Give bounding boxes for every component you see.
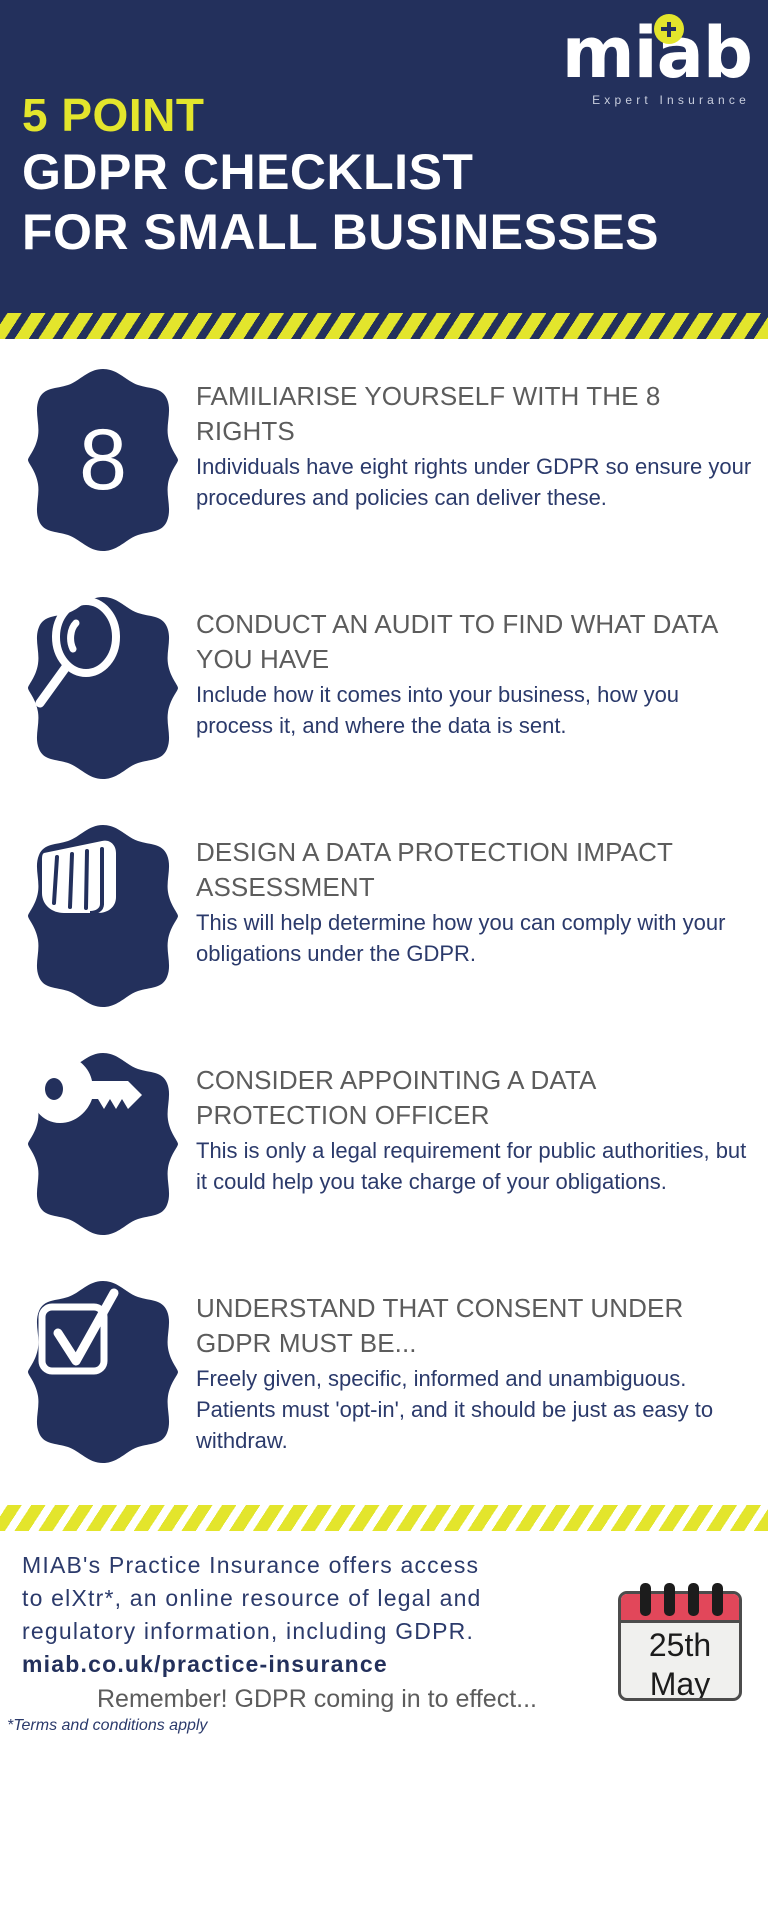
calendar-day: 25th — [648, 1627, 712, 1663]
list-item: CONDUCT AN AUDIT TO FIND WHAT DATA YOU H… — [0, 593, 768, 821]
page-title: 5 POINT GDPR CHECKLIST FOR SMALL BUSINES… — [22, 88, 659, 262]
list-item: CONSIDER APPOINTING A DATA PROTECTION OF… — [0, 1049, 768, 1277]
item-heading: CONSIDER APPOINTING A DATA PROTECTION OF… — [196, 1065, 595, 1130]
divider-stripe-top — [0, 313, 768, 339]
calendar-icon: 25th May — [618, 1583, 742, 1701]
title-line-3: FOR SMALL BUSINESSES — [22, 204, 659, 260]
footer-terms: *Terms and conditions apply — [7, 1717, 208, 1734]
item-heading: FAMILIARISE YOURSELF WITH THE 8 RIGHTS — [196, 381, 661, 446]
calendar-ring — [640, 1583, 651, 1616]
number-eight-badge: 8 — [28, 365, 178, 555]
list-item: DESIGN A DATA PROTECTION IMPACT ASSESSME… — [0, 821, 768, 1049]
magnifying-glass-icon — [35, 597, 120, 708]
list-item: 8 FAMILIARISE YOURSELF WITH THE 8 RIGHTS… — [0, 365, 768, 593]
badge-number-label: 8 — [79, 412, 127, 508]
checkbox-tick-icon — [38, 1288, 119, 1375]
header-banner: miab Expert Insurance 5 POINT GDPR CHECK… — [0, 0, 768, 313]
plus-in-circle-icon — [653, 14, 684, 44]
item-body: This is only a legal requirement for pub… — [196, 1138, 747, 1194]
checkbox-badge — [28, 1277, 178, 1467]
key-badge — [28, 1049, 178, 1239]
item-heading: UNDERSTAND THAT CONSENT UNDER GDPR MUST … — [196, 1293, 684, 1358]
footer: MIAB's Practice Insurance offers access … — [0, 1531, 768, 1734]
item-body: Include how it comes into your business,… — [196, 682, 680, 738]
calendar-month: May — [649, 1666, 711, 1701]
calendar-ring — [664, 1583, 675, 1616]
item-text-block: FAMILIARISE YOURSELF WITH THE 8 RIGHTS I… — [178, 365, 768, 513]
item-body: Freely given, specific, informed and una… — [196, 1366, 714, 1453]
item-text-block: DESIGN A DATA PROTECTION IMPACT ASSESSME… — [178, 821, 768, 969]
list-item: UNDERSTAND THAT CONSENT UNDER GDPR MUST … — [0, 1277, 768, 1505]
magnifying-glass-badge — [28, 593, 178, 783]
footer-line-1: MIAB's Practice Insurance offers access — [22, 1552, 480, 1578]
title-line-1: 5 POINT — [22, 89, 205, 141]
title-line-2: GDPR CHECKLIST — [22, 144, 474, 200]
logo-mark: miab — [562, 14, 753, 90]
divider-stripe-bottom — [0, 1505, 768, 1531]
fist-icon — [42, 840, 116, 915]
item-body: This will help determine how you can com… — [196, 910, 726, 966]
fist-badge — [28, 821, 178, 1011]
calendar-ring — [712, 1583, 723, 1616]
item-text-block: UNDERSTAND THAT CONSENT UNDER GDPR MUST … — [178, 1277, 768, 1456]
item-text-block: CONDUCT AN AUDIT TO FIND WHAT DATA YOU H… — [178, 593, 768, 741]
item-heading: DESIGN A DATA PROTECTION IMPACT ASSESSME… — [196, 837, 673, 902]
item-text-block: CONSIDER APPOINTING A DATA PROTECTION OF… — [178, 1049, 768, 1197]
item-body: Individuals have eight rights under GDPR… — [196, 454, 752, 510]
calendar-body: 25th May — [618, 1591, 742, 1701]
calendar-ring — [688, 1583, 699, 1616]
item-heading: CONDUCT AN AUDIT TO FIND WHAT DATA YOU H… — [196, 609, 718, 674]
checklist-items: 8 FAMILIARISE YOURSELF WITH THE 8 RIGHTS… — [0, 339, 768, 1505]
key-icon — [30, 1055, 142, 1123]
